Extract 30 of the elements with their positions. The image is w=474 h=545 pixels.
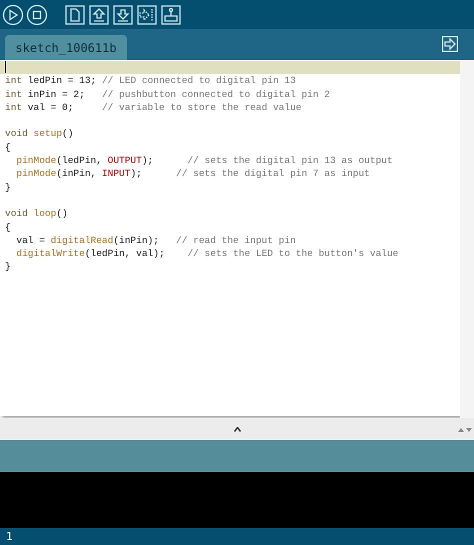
document-icon (65, 4, 85, 24)
resize-arrows-icon (458, 427, 472, 433)
code-line: int ledPin = 13; // LED connected to digital pin 13 (5, 75, 296, 86)
text-cursor (5, 61, 6, 74)
code-line: } (5, 182, 11, 193)
code-line: void setup() (5, 128, 74, 140)
code-line: digitalWrite(ledPin, val); // sets the LED to the button's value (15, 248, 398, 260)
caret-icon (234, 426, 240, 432)
line-number: 1 (6, 530, 13, 543)
sketch-tab[interactable]: sketch_100611b (5, 35, 127, 60)
toolbar-button[interactable] (136, 4, 158, 26)
toolbar-button[interactable] (64, 4, 86, 26)
code-line: int val = 0; // variable to store the read value (5, 102, 302, 113)
toolbar-button[interactable] (26, 4, 48, 26)
toolbar-button[interactable] (2, 4, 24, 26)
code-line: { (5, 142, 11, 153)
code-line: int inPin = 2; // pushbutton connected to digital pin 2 (5, 88, 330, 100)
code-line: void loop() (5, 208, 68, 220)
code-line: pinMode(inPin, INPUT); // sets the digital pin 7 as input (15, 168, 370, 180)
code-line: { (5, 222, 11, 233)
board-icon (161, 4, 181, 24)
code-line: pinMode(ledPin, OUTPUT); // sets the digital pin 13 as output (15, 155, 393, 166)
toolbar-button[interactable] (88, 4, 110, 26)
toolbar-button[interactable] (160, 4, 182, 26)
serial-monitor-button[interactable] (442, 36, 458, 52)
play-icon (2, 4, 24, 26)
code-line: } (5, 261, 11, 272)
stop-icon (26, 4, 48, 26)
code-line: val = digitalRead(inPin); // read the input pin (15, 234, 296, 246)
toolbar-button[interactable] (112, 4, 134, 26)
